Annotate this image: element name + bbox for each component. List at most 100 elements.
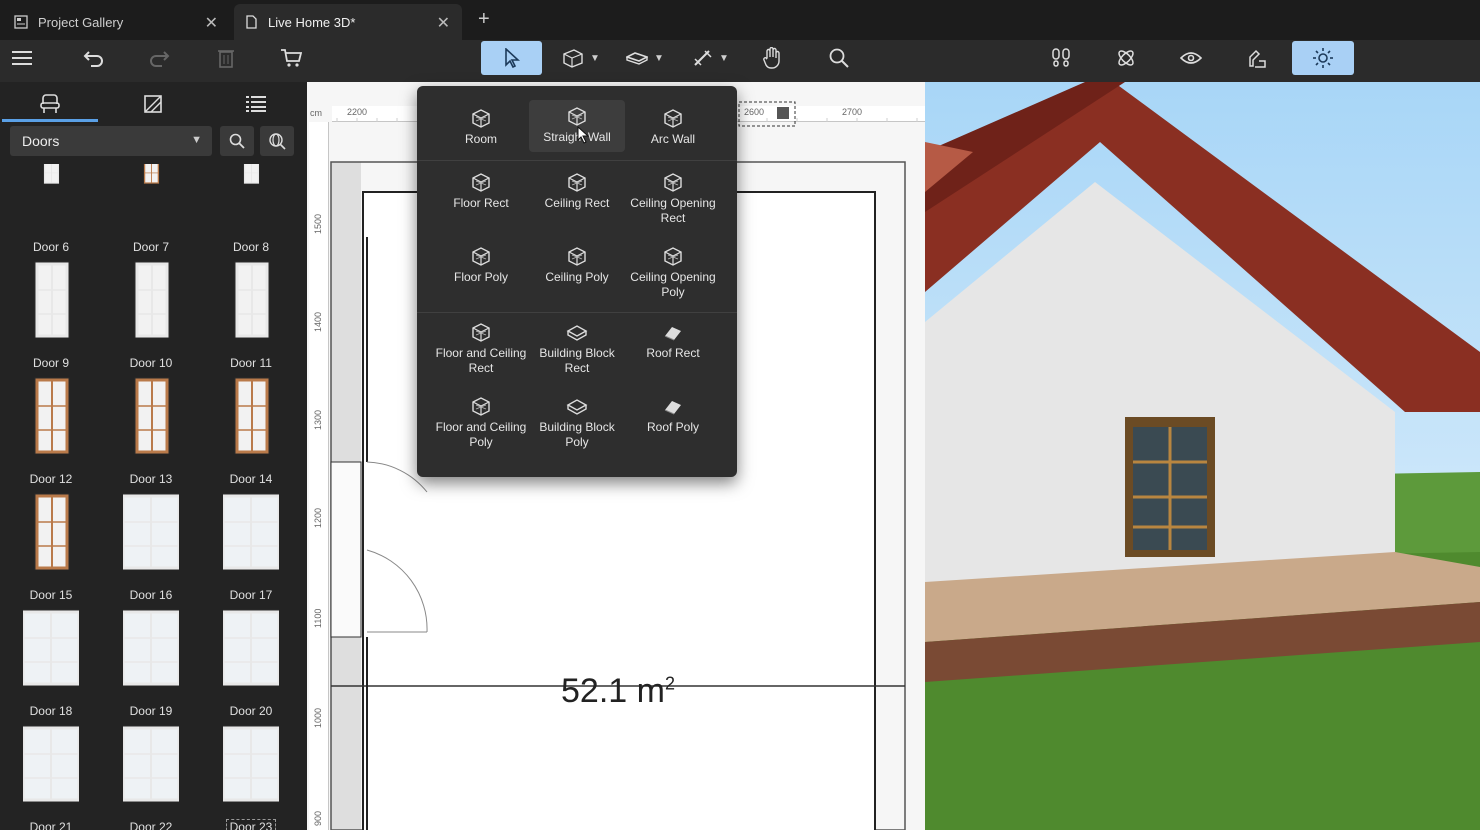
roof-rect-icon — [664, 327, 681, 341]
door-thumbnail — [123, 725, 179, 802]
menu-item-arc-wall[interactable]: Arc Wall — [625, 108, 721, 147]
dimension-tool-button[interactable]: ▼ — [690, 41, 732, 75]
category-value: Doors — [22, 133, 60, 149]
library-search-button[interactable] — [220, 126, 254, 156]
door-opening — [330, 461, 362, 638]
menu-item-floor-and-ceiling-rect[interactable]: Floor and Ceiling Rect — [433, 322, 529, 376]
category-select[interactable]: Doors ▼ — [10, 126, 212, 156]
library-item-door[interactable]: Door 9 — [1, 260, 101, 376]
library-item-door[interactable]: Door 21 — [1, 724, 101, 830]
menu-item-ceiling-poly[interactable]: Ceiling Poly — [529, 246, 625, 285]
close-icon[interactable]: ✕ — [205, 13, 218, 33]
tab-materials[interactable] — [105, 90, 201, 118]
menu-item-ceiling-rect[interactable]: Ceiling Rect — [529, 172, 625, 211]
build-tools-menu: Room Straight Wall Arc Wall Floor Rect Ceili… — [417, 86, 737, 477]
library-item-door[interactable]: Door 22 — [101, 724, 201, 830]
menu-item-label: Ceiling Poly — [545, 270, 609, 284]
tab-live-home-3d[interactable]: Live Home 3D* ✕ — [234, 4, 462, 40]
tab-project-list[interactable] — [208, 90, 304, 118]
menu-item-building-block-rect[interactable]: Building Block Rect — [529, 322, 625, 376]
redo-button[interactable] — [145, 41, 173, 75]
undo-button[interactable] — [80, 41, 108, 75]
library-item-label: Door 8 — [232, 240, 270, 254]
library-item-door[interactable]: Door 17 — [201, 492, 301, 608]
search-button[interactable] — [824, 41, 854, 75]
library-item-door[interactable]: Door 8 — [201, 164, 301, 260]
library-filter-button[interactable] — [260, 126, 294, 156]
door-thumbnail — [123, 609, 179, 686]
door-thumbnail — [123, 493, 179, 570]
door-thumbnail — [34, 493, 70, 570]
library-item-label: Door 9 — [32, 356, 70, 370]
library-item-door[interactable]: Door 23 — [201, 724, 301, 830]
door-thumbnail — [34, 377, 70, 454]
gallery-icon — [14, 15, 28, 29]
materials-button[interactable] — [1241, 41, 1271, 75]
library-item-door[interactable]: Door 14 — [201, 376, 301, 492]
delete-button[interactable] — [212, 41, 240, 75]
scene-3d — [925, 82, 1480, 830]
menu-item-floor-poly[interactable]: Floor Poly — [433, 246, 529, 285]
door-thumbnail — [223, 725, 279, 802]
pan-button[interactable] — [756, 41, 788, 75]
tab-project-gallery[interactable]: Project Gallery ✕ — [4, 4, 230, 40]
ceiling-rect-icon — [568, 173, 586, 192]
ceiling-opening-poly-icon — [664, 247, 682, 266]
menu-separator — [417, 160, 737, 161]
library-item-door[interactable]: Door 20 — [201, 608, 301, 724]
menu-item-label: Floor and Ceiling Poly — [435, 420, 527, 449]
menu-item-ceiling-opening-rect[interactable]: Ceiling Opening Rect — [625, 172, 721, 226]
ceiling-opening-rect-icon — [664, 173, 682, 192]
library-item-door[interactable]: Door 15 — [1, 492, 101, 608]
wall-tool-button[interactable]: ▼ — [558, 41, 604, 75]
select-tool-button[interactable] — [481, 41, 542, 75]
library-item-door[interactable]: Door 18 — [1, 608, 101, 724]
eye-icon — [1180, 52, 1202, 64]
menu-item-roof-poly[interactable]: Roof Poly — [625, 396, 721, 435]
straight-wall-icon — [568, 107, 586, 126]
library-panel: Doors ▼ Door 6 Door 7 Door 8 Door 9 Door 10 D… — [0, 82, 307, 830]
library-item-door[interactable]: Door 10 — [101, 260, 201, 376]
orbit-mode-button[interactable] — [1111, 41, 1141, 75]
surface-tool-button[interactable]: ▼ — [624, 41, 666, 75]
trash-icon — [218, 50, 234, 68]
lighting-button[interactable] — [1292, 41, 1354, 75]
close-icon[interactable]: ✕ — [437, 13, 450, 33]
cart-icon — [281, 49, 302, 67]
view-3d[interactable] — [925, 82, 1480, 830]
library-item-door[interactable]: Door 16 — [101, 492, 201, 608]
menu-item-label: Ceiling Opening Rect — [630, 196, 716, 225]
menu-item-roof-rect[interactable]: Roof Rect — [625, 322, 721, 361]
door-thumbnail — [223, 609, 279, 686]
library-item-door[interactable]: Door 11 — [201, 260, 301, 376]
menu-item-ceiling-opening-poly[interactable]: Ceiling Opening Poly — [625, 246, 721, 300]
chevron-down-icon: ▼ — [654, 52, 664, 64]
door-thumbnail — [143, 164, 160, 184]
menu-item-building-block-poly[interactable]: Building Block Poly — [529, 396, 625, 450]
menu-item-label: Building Block Rect — [539, 346, 615, 375]
door-thumbnail — [43, 164, 60, 184]
door-thumbnail — [134, 261, 170, 338]
door-thumbnail — [234, 377, 270, 454]
list-icon — [246, 96, 266, 112]
menu-button[interactable] — [8, 41, 38, 75]
library-item-door[interactable]: Door 19 — [101, 608, 201, 724]
menu-item-room[interactable]: Room — [433, 108, 529, 147]
search-icon — [829, 48, 849, 68]
library-item-door[interactable]: Door 6 — [1, 164, 101, 260]
menu-item-floor-rect[interactable]: Floor Rect — [433, 172, 529, 211]
library-item-door[interactable]: Door 12 — [1, 376, 101, 492]
menu-item-label: Floor Rect — [453, 196, 509, 210]
floor-and-ceiling-rect-icon — [472, 323, 490, 342]
store-button[interactable] — [277, 41, 305, 75]
walk-mode-button[interactable] — [1046, 41, 1076, 75]
menu-item-floor-and-ceiling-poly[interactable]: Floor and Ceiling Poly — [433, 396, 529, 450]
library-item-door[interactable]: Door 7 — [101, 164, 201, 260]
chevron-down-icon: ▼ — [590, 52, 600, 64]
library-item-label: Door 21 — [29, 820, 73, 830]
add-tab-button[interactable]: + — [478, 8, 490, 31]
library-item-door[interactable]: Door 13 — [101, 376, 201, 492]
visibility-button[interactable] — [1176, 41, 1206, 75]
tab-library[interactable] — [2, 90, 98, 122]
menu-item-label: Ceiling Opening Poly — [630, 270, 716, 299]
